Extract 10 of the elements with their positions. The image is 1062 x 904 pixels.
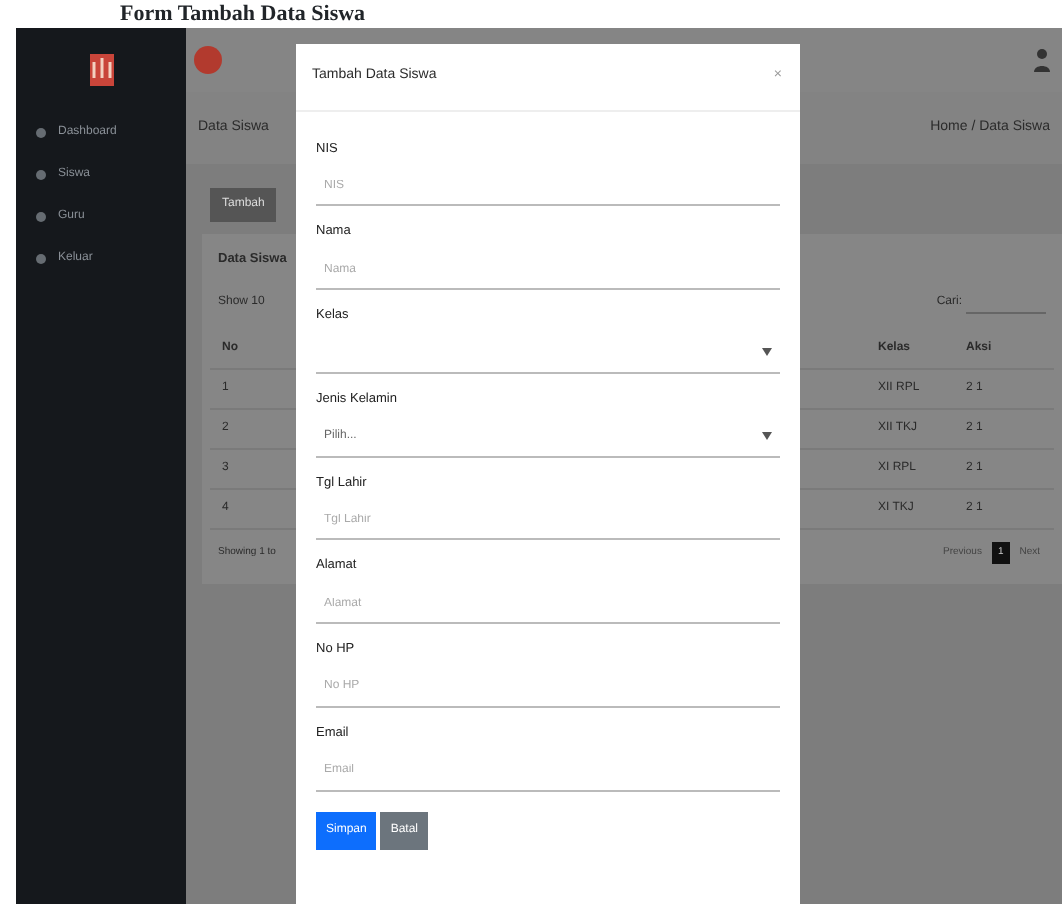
avatar-icon	[194, 46, 222, 74]
dot-icon	[36, 254, 46, 264]
logo-icon	[87, 52, 115, 88]
dot-icon	[36, 128, 46, 138]
figure-caption: Form Tambah Data Siswa	[118, 0, 368, 28]
user-icon[interactable]	[1034, 48, 1050, 72]
dot-icon	[36, 170, 46, 180]
caret-icon	[762, 348, 772, 357]
dot-icon	[36, 212, 46, 222]
caret-icon	[762, 432, 772, 440]
